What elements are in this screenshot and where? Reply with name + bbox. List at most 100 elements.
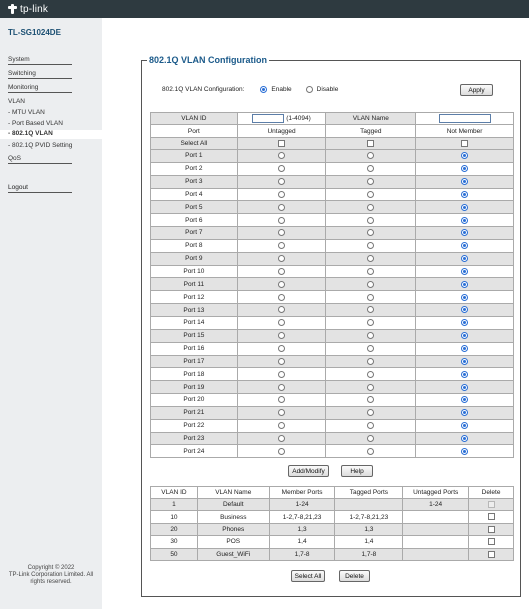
port-untagged-radio[interactable]: [278, 242, 286, 250]
port-tagged-radio[interactable]: [367, 216, 375, 224]
port-tagged-radio[interactable]: [367, 344, 375, 352]
port-untagged-radio[interactable]: [278, 422, 286, 430]
port-tagged-radio[interactable]: [367, 422, 375, 430]
port-tagged-radio[interactable]: [367, 203, 375, 211]
port-notmember-radio[interactable]: [461, 165, 469, 173]
delete-checkbox[interactable]: [487, 513, 495, 521]
port-notmember-radio[interactable]: [461, 280, 469, 288]
port-notmember-radio[interactable]: [461, 422, 469, 430]
help-button[interactable]: Help: [341, 465, 373, 477]
port-notmember-radio[interactable]: [461, 178, 469, 185]
vlan-id-input[interactable]: [252, 114, 285, 123]
port-tagged-radio[interactable]: [367, 229, 375, 237]
port-notmember-radio[interactable]: [461, 190, 469, 198]
select-all-untagged-checkbox[interactable]: [278, 139, 286, 147]
port-tagged-radio[interactable]: [367, 332, 375, 340]
port-notmember-radio[interactable]: [461, 383, 469, 391]
port-untagged-radio[interactable]: [278, 178, 286, 185]
nav-system[interactable]: System: [8, 56, 72, 65]
select-all-notmember-checkbox[interactable]: [461, 139, 469, 147]
port-notmember-radio[interactable]: [461, 357, 469, 365]
port-untagged-radio[interactable]: [278, 229, 286, 237]
logout-link[interactable]: Logout: [8, 184, 72, 193]
port-tagged-radio[interactable]: [367, 447, 375, 455]
port-untagged-radio[interactable]: [278, 409, 286, 417]
port-untagged-radio[interactable]: [278, 396, 286, 404]
port-tagged-radio[interactable]: [367, 190, 375, 198]
port-tagged-radio[interactable]: [367, 409, 375, 417]
port-untagged-radio[interactable]: [278, 203, 286, 211]
port-untagged-radio[interactable]: [278, 280, 286, 288]
port-tagged-radio[interactable]: [367, 383, 375, 391]
delete-checkbox[interactable]: [487, 501, 495, 509]
nav-mtu-vlan[interactable]: - MTU VLAN: [8, 109, 45, 116]
port-notmember-radio[interactable]: [461, 242, 469, 250]
port-notmember-radio[interactable]: [461, 319, 469, 327]
port-tagged-radio[interactable]: [367, 255, 375, 263]
port-untagged-radio[interactable]: [278, 370, 286, 378]
th-untagged-ports: Untagged Ports: [402, 486, 470, 499]
select-all-tagged-checkbox[interactable]: [367, 139, 375, 147]
port-untagged-radio[interactable]: [278, 152, 286, 160]
port-notmember-radio[interactable]: [461, 306, 469, 314]
port-tagged-radio[interactable]: [367, 434, 375, 442]
port-notmember-radio[interactable]: [461, 396, 469, 404]
delete-checkbox[interactable]: [487, 538, 495, 546]
port-notmember-radio[interactable]: [461, 152, 469, 160]
nav-8021q-pvid[interactable]: - 802.1Q PVID Setting: [8, 142, 72, 149]
nav-8021q-vlan[interactable]: - 802.1Q VLAN: [0, 130, 102, 139]
port-tagged-radio[interactable]: [367, 152, 375, 160]
port-notmember-radio[interactable]: [461, 409, 469, 417]
port-untagged-radio[interactable]: [278, 383, 286, 391]
port-untagged-radio[interactable]: [278, 319, 286, 327]
port-untagged-radio[interactable]: [278, 165, 286, 173]
port-tagged-radio[interactable]: [367, 242, 375, 250]
port-tagged-radio[interactable]: [367, 165, 375, 173]
vlan-name-input[interactable]: [438, 114, 491, 123]
port-untagged-radio[interactable]: [278, 447, 286, 455]
port-tagged-radio[interactable]: [367, 319, 375, 327]
select-all-button[interactable]: Select All: [291, 570, 325, 582]
port-untagged-radio[interactable]: [278, 293, 286, 301]
port-untagged-radio[interactable]: [278, 255, 286, 263]
delete-checkbox[interactable]: [487, 525, 495, 533]
port-untagged-radio[interactable]: [278, 216, 286, 224]
delete-button[interactable]: Delete: [339, 570, 370, 582]
port-tagged-radio[interactable]: [367, 306, 375, 314]
port-tagged-radio[interactable]: [367, 280, 375, 288]
port-untagged-radio[interactable]: [278, 434, 286, 442]
nav-monitoring[interactable]: Monitoring: [8, 84, 72, 93]
port-notmember-radio[interactable]: [461, 267, 469, 275]
port-untagged-radio[interactable]: [278, 267, 286, 275]
port-notmember-radio[interactable]: [461, 216, 469, 224]
port-tagged-radio[interactable]: [367, 370, 375, 378]
port-untagged-radio[interactable]: [278, 190, 286, 198]
port-notmember-radio[interactable]: [461, 229, 469, 237]
port-notmember-radio[interactable]: [461, 370, 469, 378]
apply-button[interactable]: Apply: [460, 84, 493, 96]
port-untagged-radio[interactable]: [278, 306, 286, 314]
nav-vlan[interactable]: VLAN: [8, 98, 72, 105]
port-untagged-radio[interactable]: [278, 344, 286, 352]
port-notmember-radio[interactable]: [461, 332, 469, 340]
port-notmember-radio[interactable]: [461, 434, 469, 442]
port-tagged-radio[interactable]: [367, 396, 375, 404]
port-notmember-radio[interactable]: [461, 344, 469, 352]
port-tagged-radio[interactable]: [367, 357, 375, 365]
port-tagged-radio[interactable]: [367, 293, 375, 301]
enable-radio[interactable]: [260, 86, 268, 93]
port-untagged-radio[interactable]: [278, 357, 286, 365]
port-notmember-radio[interactable]: [461, 293, 469, 301]
add-modify-button[interactable]: Add/Modify: [288, 465, 329, 477]
port-notmember-radio[interactable]: [461, 255, 469, 263]
port-tagged-radio[interactable]: [367, 267, 375, 275]
port-tagged-radio[interactable]: [367, 178, 375, 185]
port-notmember-radio[interactable]: [461, 203, 469, 211]
nav-switching[interactable]: Switching: [8, 70, 72, 79]
disable-radio[interactable]: [305, 86, 313, 93]
port-untagged-radio[interactable]: [278, 332, 286, 340]
port-notmember-radio[interactable]: [461, 447, 469, 455]
nav-qos[interactable]: QoS: [8, 155, 72, 164]
delete-checkbox[interactable]: [487, 550, 495, 558]
nav-port-based-vlan[interactable]: - Port Based VLAN: [8, 120, 63, 127]
